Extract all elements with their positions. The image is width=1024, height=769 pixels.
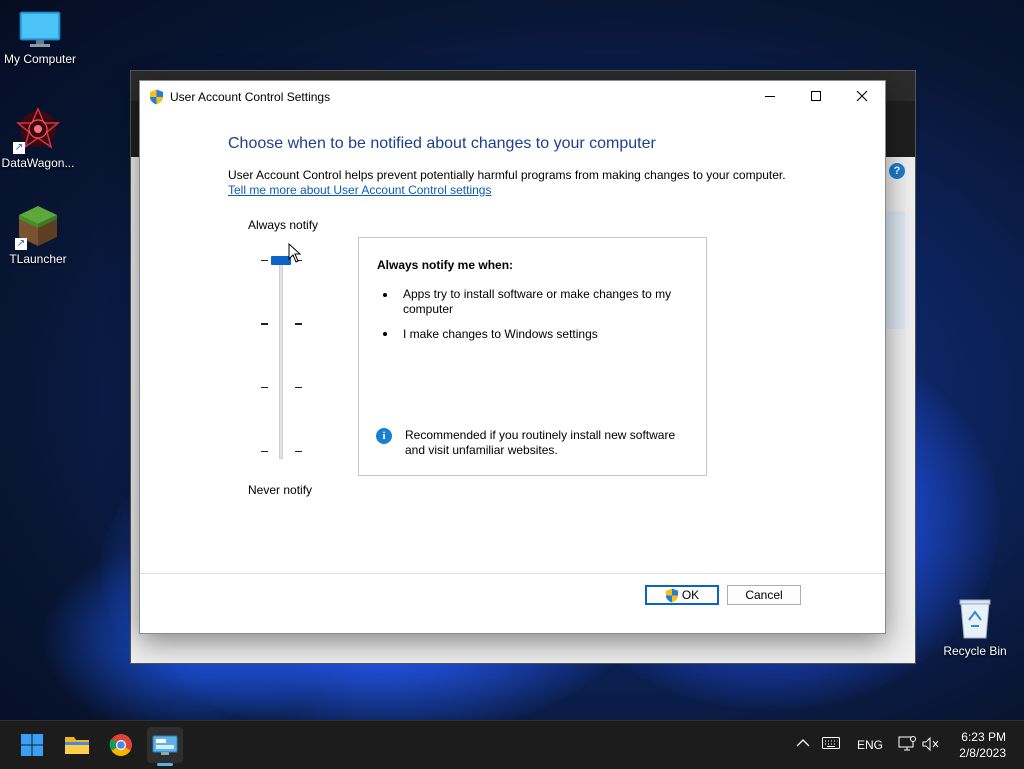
desktop-icon-label: DataWagon... (1, 156, 75, 170)
slider-top-label: Always notify (248, 218, 319, 232)
learn-more-link[interactable]: Tell me more about User Account Control … (228, 183, 491, 197)
bullet-icon (383, 332, 387, 336)
taskbar-file-explorer[interactable] (59, 727, 95, 763)
desktop-icon-my-computer[interactable]: My Computer (0, 10, 80, 66)
slider-tick (261, 260, 268, 261)
shortcut-arrow-icon: ↗ (13, 142, 25, 154)
desktop-icon-label: TLauncher (9, 252, 67, 266)
language-indicator[interactable]: ENG (857, 738, 883, 752)
ok-button-label: OK (681, 588, 700, 602)
cancel-button-label: Cancel (745, 588, 783, 602)
uac-shield-icon (149, 89, 164, 108)
windows-start-icon (21, 734, 43, 756)
taskbar-control-panel[interactable] (147, 727, 183, 766)
mouse-cursor-icon (288, 243, 302, 263)
slider-tick (261, 451, 268, 452)
keyboard-button[interactable] (822, 737, 840, 752)
dialog-title: User Account Control Settings (170, 90, 331, 104)
dialog-titlebar: User Account Control Settings (140, 81, 885, 113)
show-hidden-icons-button[interactable] (796, 735, 810, 751)
monitor-icon (18, 10, 62, 48)
volume-button[interactable] (921, 736, 939, 755)
info-panel-title: Always notify me when: (377, 258, 514, 272)
dialog-heading: Choose when to be notified about changes… (228, 135, 656, 152)
system-clock[interactable]: 6:23 PM 2/8/2023 (959, 729, 1006, 761)
slider-tick (261, 387, 268, 388)
info-icon: i (376, 428, 392, 444)
bullet-icon (383, 293, 387, 297)
desktop-icon-label: Recycle Bin (943, 644, 1007, 658)
start-button[interactable] (14, 727, 50, 763)
slider-bottom-label: Never notify (248, 483, 313, 497)
close-icon (856, 90, 868, 102)
footer-divider (140, 573, 885, 574)
recycle-bin-icon (955, 596, 995, 640)
shortcut-arrow-icon: ↗ (15, 238, 27, 250)
cancel-button[interactable]: Cancel (727, 585, 801, 605)
taskbar: ENG 6:23 PM 2/8/2023 (0, 720, 1024, 769)
maximize-icon (811, 91, 821, 101)
help-icon[interactable]: ? (889, 163, 905, 179)
desktop-icon-label: My Computer (3, 52, 77, 66)
slider-tick (295, 323, 302, 325)
datawagon-logo-icon: ↗ (13, 106, 61, 154)
uac-shield-icon (665, 588, 678, 602)
slider-track[interactable] (279, 257, 283, 459)
clock-date: 2/8/2023 (959, 746, 1006, 760)
maximize-button[interactable] (793, 81, 839, 111)
recommendation-text: Recommended if you routinely install new… (405, 428, 676, 457)
ok-button[interactable]: OK (645, 585, 719, 605)
background-panel (885, 211, 905, 329)
dialog-description: User Account Control helps prevent poten… (228, 168, 786, 182)
control-panel-icon (152, 735, 178, 755)
slider-tick (295, 451, 302, 452)
slider-tick (295, 387, 302, 388)
info-bullet-text: Apps try to install software or make cha… (403, 287, 672, 316)
desktop-icon-tlauncher[interactable]: ↗ TLauncher (0, 204, 78, 266)
folder-icon (65, 737, 89, 754)
volume-muted-icon (922, 736, 939, 752)
desktop-icon-recycle-bin[interactable]: Recycle Bin (935, 596, 1015, 658)
chrome-icon (109, 734, 132, 756)
chevron-up-icon (796, 739, 810, 747)
desktop-icon-datawagon[interactable]: ↗ DataWagon... (0, 106, 78, 170)
notification-info-panel: Always notify me when: Apps try to insta… (358, 237, 707, 476)
minimize-icon (765, 96, 775, 97)
network-icon (898, 736, 916, 751)
grass-block-icon: ↗ (15, 204, 59, 250)
minimize-button[interactable] (747, 81, 793, 111)
info-bullet-text: I make changes to Windows settings (403, 327, 598, 341)
uac-settings-dialog: User Account Control Settings Choose whe… (139, 80, 886, 634)
network-button[interactable] (898, 736, 916, 755)
active-indicator (157, 763, 173, 766)
slider-tick (261, 323, 268, 325)
keyboard-icon (822, 737, 840, 749)
close-button[interactable] (839, 81, 885, 111)
clock-time: 6:23 PM (961, 730, 1006, 744)
taskbar-chrome[interactable] (103, 727, 139, 763)
